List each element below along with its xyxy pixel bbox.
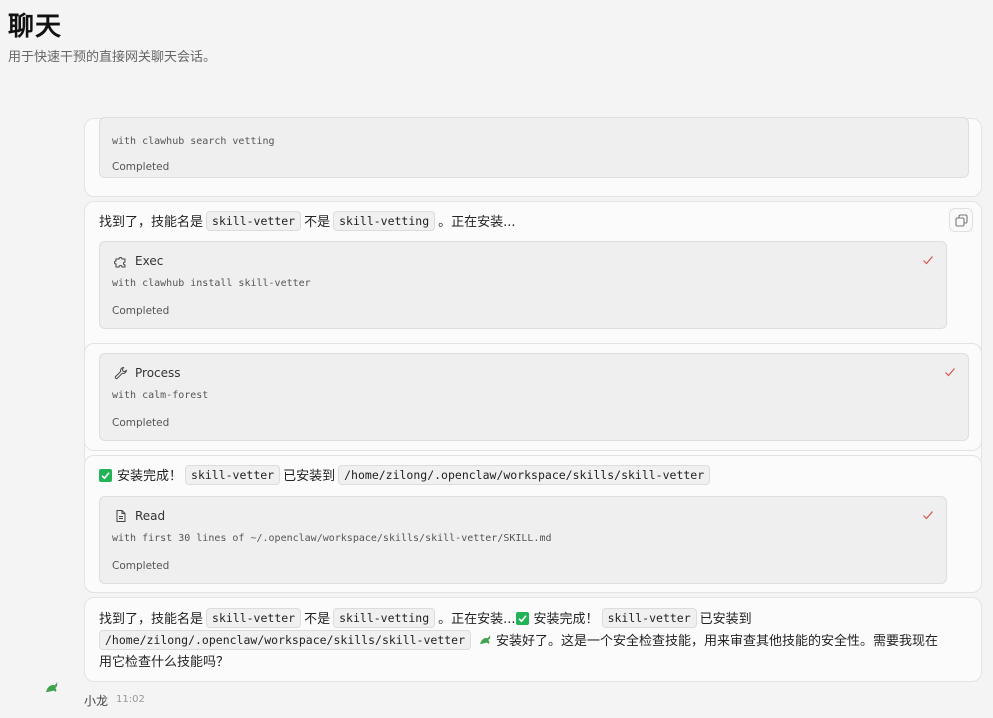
check-icon <box>945 368 955 377</box>
message-card: Process with calm-forest Completed <box>84 343 982 451</box>
inline-code: /home/zilong/.openclaw/workspace/skills/… <box>99 630 472 650</box>
page-title: 聊天 <box>8 12 63 42</box>
text-segment: 。正在安装... <box>438 612 516 627</box>
tool-name: Read <box>135 509 166 523</box>
document-icon <box>116 510 126 522</box>
check-box-icon <box>99 469 112 482</box>
puzzle-icon <box>114 257 126 268</box>
text-segment: 已安装到 <box>283 469 336 484</box>
message-card: 找到了，技能名是 skill-vetter 不是 skill-vetting 。正在安装… <box>84 597 982 682</box>
dragon-icon <box>480 635 491 644</box>
text-segment: 已安装到 <box>699 612 752 627</box>
check-icon <box>923 256 933 265</box>
text-segment: 不是 <box>304 215 331 230</box>
tool-detail: with calm-forest <box>112 390 209 401</box>
tool-name: Exec <box>135 254 164 268</box>
inline-code: skill-vetter <box>206 211 302 231</box>
text-segment: 找到了，技能名是 <box>99 612 204 627</box>
tool-status: Completed <box>112 560 170 572</box>
check-icon <box>923 511 933 520</box>
tool-status: Completed <box>112 161 170 173</box>
check-box-icon <box>515 612 529 625</box>
message-text: 找到了，技能名是 skill-vetter 不是 skill-vetting 。正在安装… <box>99 211 516 234</box>
inline-code: /home/zilong/.openclaw/workspace/skills/… <box>338 465 711 485</box>
wrench-icon <box>114 366 127 380</box>
text-segment: 安装完成！ <box>117 469 183 484</box>
copy-button[interactable] <box>949 208 973 232</box>
message-text: 安装完成！ skill-vetter 已安装到/home/zilong/.openc… <box>99 465 713 488</box>
inline-code: skill-vetter <box>601 608 697 628</box>
message-timestamp: 11:02 <box>116 694 145 705</box>
message-text-line: 找到了，技能名是 skill-vetter 不是 skill-vetting 。正在安装… <box>99 608 752 631</box>
page-subtitle: 用于快速干预的直接网关聊天会话。 <box>8 50 217 65</box>
tool-detail: with clawhub install skill-vetter <box>112 278 311 289</box>
message-text-line: 用它检查什么技能吗？ <box>99 655 230 670</box>
text-segment: 不是 <box>304 612 331 627</box>
tool-call-card[interactable]: with clawhub search vetting Completed <box>99 117 969 178</box>
tool-detail: with first 30 lines of ~/.openclaw/works… <box>112 533 552 544</box>
tool-status: Completed <box>112 417 170 429</box>
tool-detail: with clawhub search vetting <box>112 136 275 147</box>
copy-icon <box>954 213 968 227</box>
inline-code: skill-vetting <box>333 608 436 628</box>
tool-call-card[interactable]: Process with calm-forest Completed <box>99 353 969 441</box>
tool-call-card[interactable]: Read with first 30 lines of ~/.openclaw/… <box>99 496 947 584</box>
assistant-avatar-icon <box>46 682 58 692</box>
inline-code: skill-vetter <box>185 465 281 485</box>
chat-page: 聊天 用于快速干预的直接网关聊天会话。 with clawhub search … <box>0 0 993 718</box>
text-segment: 。正在安装... <box>438 215 516 230</box>
tool-call-card[interactable]: Exec with clawhub install skill-vetter C… <box>99 241 947 329</box>
message-text-line: /home/zilong/.openclaw/workspace/skills/… <box>99 630 938 653</box>
inline-code: skill-vetting <box>333 211 436 231</box>
message-card: with clawhub search vetting Completed <box>84 117 982 197</box>
tool-status: Completed <box>112 305 170 317</box>
text-segment: 找到了，技能名是 <box>99 215 204 230</box>
text-segment: 安装好了。这是一个安全检查技能，用来审查其他技能的安全性。需要我现在 <box>496 634 939 649</box>
tool-header: Read <box>114 507 165 525</box>
sender-name: 小龙 <box>84 694 109 708</box>
tool-header: Exec <box>114 252 163 270</box>
inline-code: skill-vetter <box>206 608 302 628</box>
text-segment: 安装完成！ <box>533 612 599 627</box>
tool-name: Process <box>135 366 181 380</box>
message-card: 安装完成！ skill-vetter 已安装到/home/zilong/.openc… <box>84 455 982 593</box>
tool-header: Process <box>114 364 181 382</box>
